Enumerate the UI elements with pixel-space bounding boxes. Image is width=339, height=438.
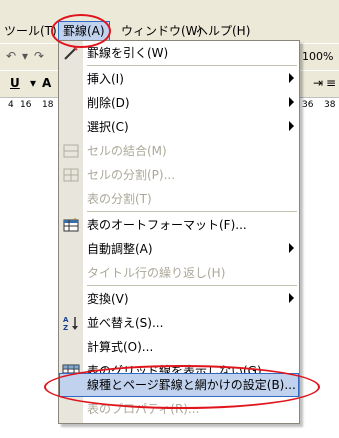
- menu-item-label: セルの結合(M): [87, 144, 167, 158]
- menu-separator: [87, 65, 297, 66]
- dropdown-arrow-icon[interactable]: ▾: [22, 49, 28, 63]
- ruler-tick: 16: [20, 100, 32, 110]
- menu-item-autofit[interactable]: 自動調整(A): [59, 237, 299, 261]
- list-icon[interactable]: ≡: [326, 76, 336, 90]
- font-color-icon[interactable]: A: [42, 76, 51, 90]
- ruler-tick: 38: [324, 100, 336, 110]
- menu-item-table-autoformat[interactable]: 表のオートフォーマット(F)...: [59, 213, 299, 237]
- menu-item-label: 挿入(I): [87, 72, 124, 86]
- menu-item-label: 表の分割(T): [87, 192, 152, 206]
- menu-item-label: 表のオートフォーマット(F)...: [87, 218, 247, 232]
- submenu-arrow-icon: [289, 243, 294, 253]
- menu-item-merge-cells[interactable]: セルの結合(M): [59, 139, 299, 163]
- ruler-tick: 36: [302, 100, 314, 110]
- zoom-box[interactable]: 100%: [302, 50, 333, 63]
- menu-item-label: タイトル行の繰り返し(H): [87, 266, 226, 280]
- svg-text:A: A: [63, 316, 69, 324]
- menu-item-label: セルの分割(P)...: [87, 168, 176, 182]
- split-cells-icon: [63, 168, 79, 182]
- submenu-arrow-icon: [289, 97, 294, 107]
- annotation-circle-borders-item: [44, 365, 320, 409]
- menu-item-label: 罫線を引く(W): [87, 46, 169, 60]
- menu-item-label: 自動調整(A): [87, 242, 153, 256]
- menu-item-label: 計算式(O)...: [87, 340, 154, 354]
- svg-text:Z: Z: [63, 324, 68, 331]
- menu-item-select[interactable]: 選択(C): [59, 115, 299, 139]
- menu-item-sort[interactable]: A Z 並べ替え(S)...: [59, 311, 299, 335]
- annotation-circle-table-menu: [51, 14, 111, 48]
- menu-item-label: 変換(V): [87, 292, 129, 306]
- menu-separator: [87, 211, 297, 212]
- submenu-arrow-icon: [289, 293, 294, 303]
- menu-item-label: 選択(C): [87, 120, 129, 134]
- submenu-arrow-icon: [289, 73, 294, 83]
- menu-item-label: 削除(D): [87, 96, 130, 110]
- menu-help[interactable]: ヘルプ(H): [192, 22, 254, 40]
- menu-item-split-cells[interactable]: セルの分割(P)...: [59, 163, 299, 187]
- merge-cells-icon: [63, 144, 79, 158]
- indent-icon[interactable]: ⇥: [313, 76, 323, 90]
- menu-item-formula[interactable]: 計算式(O)...: [59, 335, 299, 359]
- menu-bar: ツール(T) 罫線(A) ウィンドウ(W) ヘルプ(H): [0, 0, 339, 43]
- menu-item-heading-rows-repeat[interactable]: タイトル行の繰り返し(H): [59, 261, 299, 285]
- undo-icon[interactable]: ↶: [6, 49, 16, 63]
- menu-item-delete[interactable]: 削除(D): [59, 91, 299, 115]
- ruler-tick: 4: [8, 100, 14, 110]
- menu-item-convert[interactable]: 変換(V): [59, 287, 299, 311]
- menu-item-split-table[interactable]: 表の分割(T): [59, 187, 299, 211]
- menu-item-insert[interactable]: 挿入(I): [59, 67, 299, 91]
- dropdown-arrow-icon[interactable]: ▾: [30, 76, 36, 90]
- menu-item-label: 並べ替え(S)...: [87, 316, 164, 330]
- ruler-tick: 18: [42, 100, 54, 110]
- redo-icon[interactable]: ↷: [34, 49, 44, 63]
- table-autoformat-icon: [63, 218, 79, 232]
- underline-icon[interactable]: U: [10, 76, 20, 90]
- menu-separator: [87, 285, 297, 286]
- submenu-arrow-icon: [289, 121, 294, 131]
- sort-az-icon: A Z: [63, 316, 78, 331]
